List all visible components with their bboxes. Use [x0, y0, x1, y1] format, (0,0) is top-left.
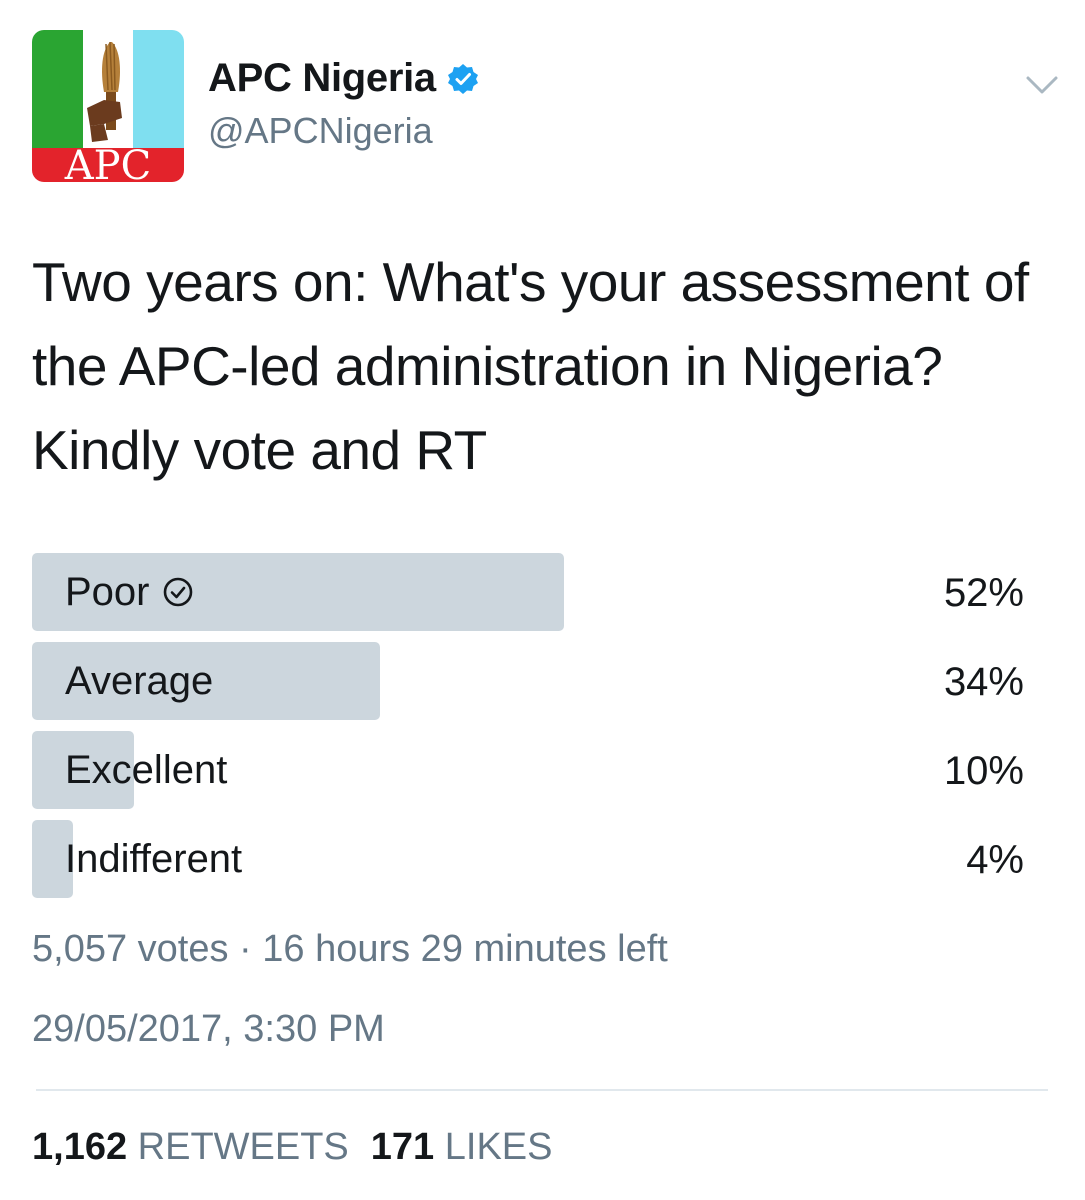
poll-option-label: Poor: [65, 553, 194, 631]
account-name[interactable]: APC Nigeria: [208, 56, 436, 101]
poll-option: Excellent 10%: [32, 731, 1024, 809]
poll-option-text: Indifferent: [65, 837, 243, 881]
poll-option-text: Excellent: [65, 748, 228, 792]
retweets-count: 1,162: [32, 1126, 128, 1168]
tweet-text: Two years on: What's your assessment of …: [32, 251, 1029, 481]
poll-summary: 5,057 votes · 16 hours 29 minutes left: [32, 928, 668, 970]
poll-option-label: Excellent: [65, 731, 227, 809]
poll-option-label: Average: [65, 642, 213, 720]
poll-option-percent: 34%: [943, 660, 1024, 704]
tweet-stats: 1,162 RETWEETS 171 LIKES: [32, 1126, 552, 1169]
poll-option: Poor 52%: [32, 553, 1024, 631]
poll: Poor 52% Average 34% Excellent 10% Indif…: [32, 553, 1024, 909]
poll-option-text: Poor: [65, 570, 150, 614]
poll-option-percent: 10%: [943, 749, 1024, 793]
tweet-timestamp[interactable]: 29/05/2017, 3:30 PM: [32, 1008, 385, 1051]
poll-option-percent: 52%: [943, 571, 1024, 615]
poll-option-percent: 4%: [966, 838, 1024, 882]
chevron-down-icon[interactable]: [1024, 70, 1060, 98]
apc-logo: APC: [32, 30, 184, 182]
divider: [36, 1089, 1048, 1091]
account-handle[interactable]: @APCNigeria: [208, 110, 433, 152]
account-name-row: APC Nigeria: [208, 56, 480, 101]
retweets-label: RETWEETS: [137, 1126, 349, 1168]
svg-text:APC: APC: [64, 143, 151, 182]
check-circle-icon: [163, 577, 192, 607]
poll-option-text: Average: [65, 659, 214, 703]
poll-option: Indifferent 4%: [32, 820, 1024, 898]
retweets-stat[interactable]: 1,162 RETWEETS: [32, 1126, 349, 1168]
verified-badge-icon: [447, 63, 478, 94]
likes-label: LIKES: [444, 1126, 553, 1168]
likes-stat[interactable]: 171 LIKES: [371, 1126, 553, 1168]
avatar[interactable]: APC: [32, 30, 184, 182]
likes-count: 171: [370, 1126, 435, 1168]
poll-option: Average 34%: [32, 642, 1024, 720]
poll-option-label: Indifferent: [65, 820, 242, 898]
